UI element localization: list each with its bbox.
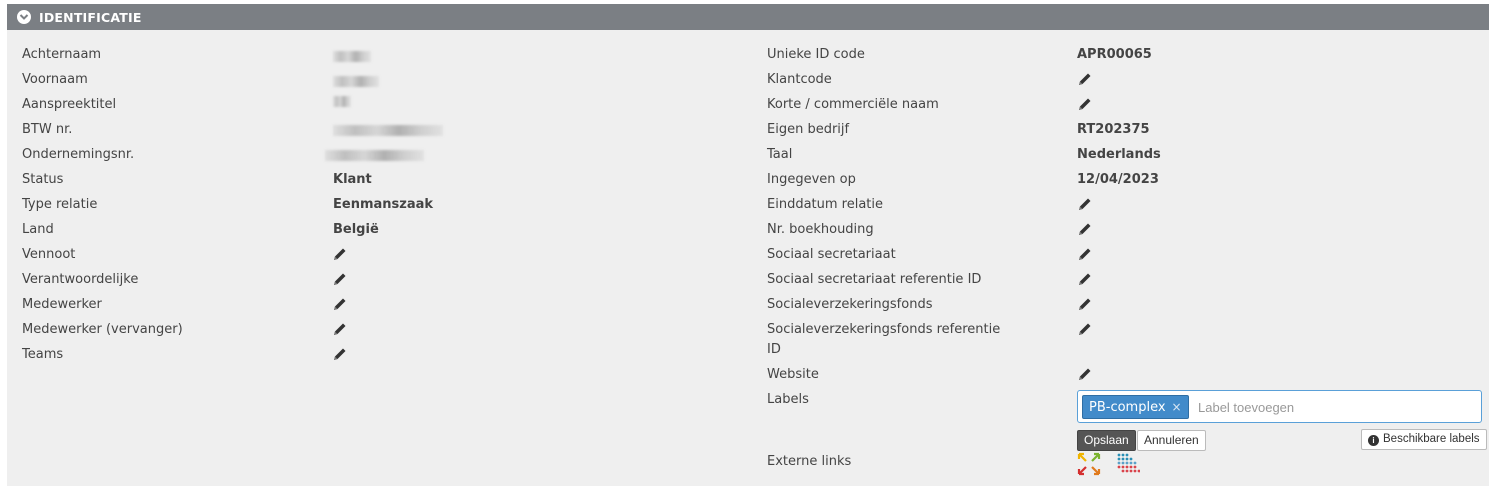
- label-tag-text: PB-complex: [1089, 400, 1166, 415]
- field-value-status: Klant: [333, 172, 372, 187]
- available-labels-text: Beschikbare labels: [1383, 433, 1480, 445]
- field-label-status: Status: [22, 172, 64, 187]
- edit-nr-boekhouding-pencil-icon[interactable]: [1077, 221, 1093, 237]
- field-label-nr-boekhouding: Nr. boekhouding: [767, 222, 874, 237]
- field-label-land: Land: [22, 222, 54, 237]
- field-label-medewerker: Medewerker: [22, 297, 102, 312]
- field-label-einddatum: Einddatum relatie: [767, 197, 884, 212]
- edit-korte-naam-pencil-icon[interactable]: [1077, 96, 1093, 112]
- cancel-button[interactable]: Annuleren: [1137, 430, 1206, 451]
- edit-medewerker-vervanger-pencil-icon[interactable]: [332, 321, 348, 337]
- field-label-svf-ref: Socialeverzekeringsfonds referentie: [767, 322, 1001, 337]
- field-label-sociaal-secretariaat-ref: Sociaal secretariaat referentie ID: [767, 272, 982, 287]
- field-label-externe-links: Externe links: [767, 454, 852, 469]
- section-title: IDENTIFICATIE: [39, 10, 142, 25]
- edit-sociaal-secretariaat-pencil-icon[interactable]: [1077, 246, 1093, 262]
- field-value-unieke-id: APR00065: [1077, 47, 1152, 62]
- edit-klantcode-pencil-icon[interactable]: [1077, 71, 1093, 87]
- field-label-achternaam: Achternaam: [22, 47, 102, 62]
- label-input[interactable]: [1198, 396, 1468, 418]
- panel-header[interactable]: IDENTIFICATIE: [7, 4, 1489, 30]
- field-label-website: Website: [767, 367, 819, 382]
- edit-einddatum-pencil-icon[interactable]: [1077, 196, 1093, 212]
- available-labels-button[interactable]: i Beschikbare labels: [1361, 429, 1487, 450]
- field-label-voornaam: Voornaam: [22, 72, 88, 87]
- field-label-medewerker-vervanger: Medewerker (vervanger): [22, 322, 183, 337]
- field-label-verantwoordelijke: Verantwoordelijke: [22, 272, 139, 287]
- arrows-logo-icon[interactable]: [1077, 452, 1101, 476]
- redacted-voornaam: [333, 76, 379, 87]
- edit-teams-pencil-icon[interactable]: [332, 346, 348, 362]
- info-icon: i: [1368, 435, 1379, 446]
- field-label-vennoot: Vennoot: [22, 247, 76, 262]
- edit-sociaal-secretariaat-ref-pencil-icon[interactable]: [1077, 271, 1093, 287]
- field-label-taal: Taal: [767, 147, 793, 162]
- field-label-klantcode: Klantcode: [767, 72, 832, 87]
- field-label-unieke-id: Unieke ID code: [767, 47, 865, 62]
- labels-editor[interactable]: PB-complex ×: [1077, 390, 1482, 423]
- field-label-teams: Teams: [22, 347, 64, 362]
- field-label-korte-naam: Korte / commerciële naam: [767, 97, 939, 112]
- label-tag: PB-complex ×: [1082, 395, 1189, 419]
- field-label-ingegeven-op: Ingegeven op: [767, 172, 856, 187]
- field-label-svf-ref-line2: ID: [767, 342, 781, 357]
- field-label-type-relatie: Type relatie: [22, 197, 98, 212]
- redacted-achternaam: [333, 51, 371, 62]
- dots-grid-logo-icon[interactable]: [1116, 452, 1140, 476]
- edit-svf-pencil-icon[interactable]: [1077, 296, 1093, 312]
- edit-svf-ref-pencil-icon[interactable]: [1077, 321, 1093, 337]
- edit-verantwoordelijke-pencil-icon[interactable]: [332, 271, 348, 287]
- edit-website-pencil-icon[interactable]: [1077, 366, 1093, 382]
- field-value-taal: Nederlands: [1077, 147, 1161, 162]
- field-value-land: België: [333, 222, 379, 237]
- field-label-sociaal-secretariaat: Sociaal secretariaat: [767, 247, 896, 262]
- field-value-type-relatie: Eenmanszaak: [333, 197, 434, 212]
- field-label-ondernemingsnr: Ondernemingsnr.: [22, 147, 135, 162]
- remove-tag-icon[interactable]: ×: [1172, 396, 1182, 418]
- redacted-ondernemingsnr: [325, 150, 424, 161]
- chevron-down-circle-icon[interactable]: [17, 10, 31, 24]
- field-label-aanspreektitel: Aanspreektitel: [22, 97, 117, 112]
- field-label-labels: Labels: [767, 392, 809, 407]
- field-label-svf: Socialeverzekeringsfonds: [767, 297, 933, 312]
- field-value-ingegeven-op: 12/04/2023: [1077, 172, 1159, 187]
- field-label-eigen-bedrijf: Eigen bedrijf: [767, 122, 850, 137]
- redacted-aanspreektitel: [333, 96, 351, 107]
- field-value-eigen-bedrijf: RT202375: [1077, 122, 1150, 137]
- field-label-btw: BTW nr.: [22, 122, 73, 137]
- save-button[interactable]: Opslaan: [1077, 430, 1136, 451]
- redacted-btw: [333, 125, 443, 136]
- edit-medewerker-pencil-icon[interactable]: [332, 296, 348, 312]
- edit-vennoot-pencil-icon[interactable]: [332, 246, 348, 262]
